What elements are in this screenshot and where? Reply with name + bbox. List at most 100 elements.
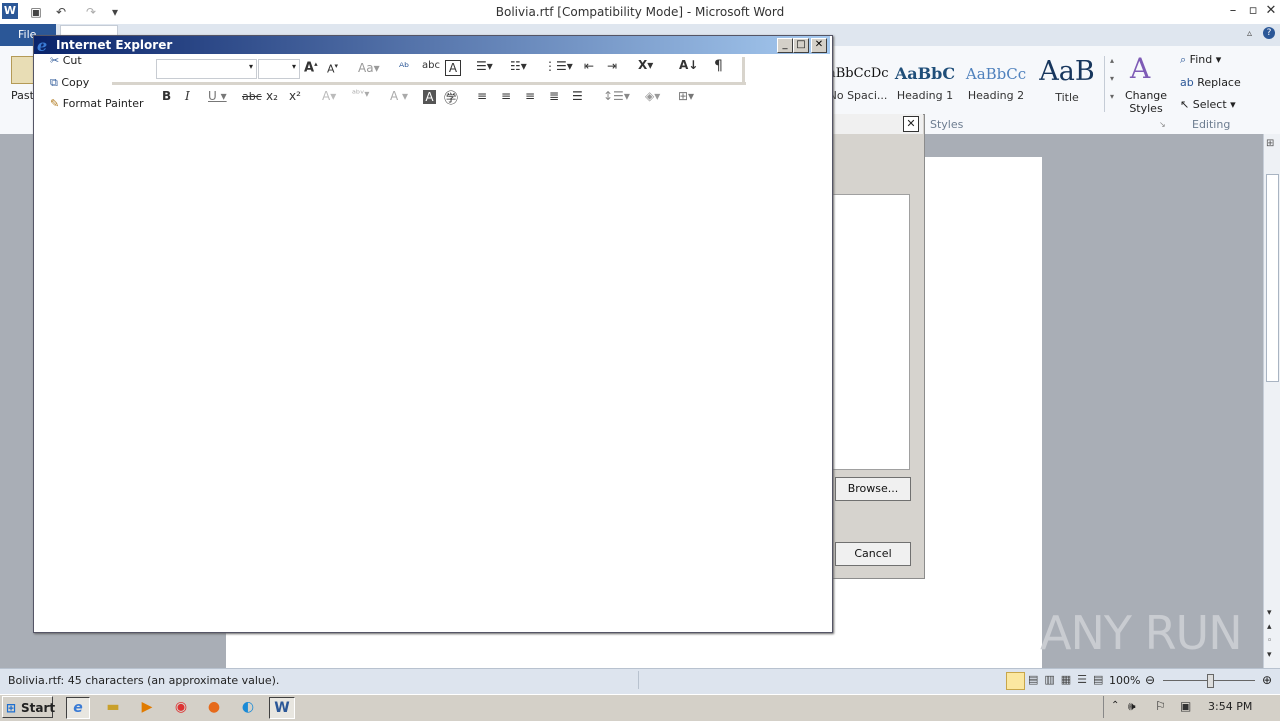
style-name: Heading 1 (896, 89, 954, 102)
ribbon-collapse-icon[interactable]: ▵ (1247, 28, 1252, 39)
scroll-thumb[interactable] (1266, 174, 1279, 382)
asian-layout-icon[interactable]: X▾ (638, 58, 653, 72)
replace-label: Replace (1197, 76, 1241, 89)
font-color-icon[interactable]: A ▾ (390, 89, 408, 103)
chevron-down-icon: ▾ (291, 62, 296, 71)
ie-window[interactable] (33, 35, 833, 633)
align-center-icon[interactable]: ≡ (501, 89, 511, 103)
change-styles-button[interactable]: Change Styles (1124, 89, 1168, 115)
cancel-button[interactable]: Cancel (835, 542, 911, 566)
dialog-list-box[interactable] (830, 194, 910, 470)
style-no-spacing[interactable]: aBbCcDc No Spaci... (828, 56, 889, 114)
action-center-flag-icon[interactable]: ⚐ (1155, 699, 1166, 713)
taskbar (0, 694, 1280, 721)
styles-gallery-scroll[interactable]: ▴ ▾ ▾ (1104, 56, 1119, 112)
zoom-in-icon[interactable]: ⊕ (1262, 673, 1272, 687)
pilcrow-icon[interactable]: ¶ (714, 58, 723, 74)
style-heading-1[interactable]: AaBbC Heading 1 (892, 56, 958, 114)
borders-icon[interactable]: ⊞▾ (678, 89, 694, 103)
multilevel-list-icon[interactable]: ⋮☰▾ (544, 59, 573, 73)
character-border-icon[interactable]: A (445, 60, 461, 76)
increase-indent-icon[interactable]: ⇥ (607, 59, 617, 73)
browse-button[interactable]: Browse... (835, 477, 911, 501)
taskbar-media-player-icon[interactable]: ▶ (136, 697, 158, 717)
copy-button[interactable]: ⧉ Copy (50, 76, 89, 90)
style-name: Heading 2 (967, 89, 1025, 102)
paste-icon[interactable] (11, 56, 35, 84)
clock[interactable]: 3:54 PM (1208, 700, 1252, 713)
view-buttons[interactable]: ▤▥▦☰▤ (1028, 673, 1109, 686)
superscript-icon[interactable]: x² (289, 89, 301, 103)
paste-label[interactable]: Past (11, 89, 34, 102)
ie-minimize-icon[interactable]: _ (777, 38, 793, 53)
taskbar-chrome-icon[interactable]: ◉ (170, 697, 192, 717)
spell-icon[interactable]: ᴬᵇ (399, 60, 409, 74)
italic-icon[interactable]: I (185, 89, 190, 103)
taskbar-word-icon[interactable]: W (269, 697, 295, 719)
shading-icon[interactable]: ◈▾ (645, 89, 660, 103)
font-name-combo[interactable]: ▾ (156, 59, 257, 79)
text-effects-icon[interactable]: A▾ (322, 89, 336, 103)
ie-maximize-icon[interactable]: □ (793, 38, 809, 53)
taskbar-explorer-icon[interactable]: ▬ (102, 697, 124, 717)
taskbar-firefox-icon[interactable]: ● (203, 697, 225, 717)
scroll-nav-icons[interactable]: ▾ ▴ ◦ ▾ (1267, 606, 1272, 662)
align-left-icon[interactable]: ≡ (477, 89, 487, 103)
line-spacing-icon[interactable]: ↕☰▾ (603, 89, 630, 103)
zoom-slider-thumb[interactable] (1207, 674, 1214, 688)
find-button[interactable]: ⌕ Find ▾ (1180, 51, 1221, 69)
justify-icon[interactable]: ≣ (549, 89, 559, 103)
bullets-icon[interactable]: ☰▾ (476, 59, 493, 73)
toolbar-edge (742, 57, 745, 84)
replace-button[interactable]: ab Replace (1180, 74, 1241, 92)
start-button[interactable]: ⊞ Start (2, 696, 55, 718)
grow-font-icon[interactable]: A▴ (304, 60, 318, 75)
help-icon[interactable]: ? (1263, 27, 1275, 39)
character-shading-icon[interactable]: A (423, 90, 436, 104)
format-painter-button[interactable]: ✎ Format Painter (50, 97, 144, 109)
ruler-toggle-icon[interactable]: ⊞ (1266, 138, 1274, 149)
close-icon[interactable]: ✕ (1260, 2, 1280, 20)
zoom-level[interactable]: 100% (1109, 674, 1140, 687)
style-title[interactable]: AaB Title (1034, 56, 1100, 114)
strikethrough-icon[interactable]: abc (242, 90, 262, 103)
dialog-launcher-icon[interactable]: ↘ (1159, 120, 1166, 129)
minimize-icon[interactable]: – (1222, 2, 1244, 20)
taskbar-edge-icon[interactable]: ◐ (237, 697, 259, 717)
numbering-icon[interactable]: ☷▾ (510, 59, 527, 73)
taskbar-ie-icon[interactable]: e (66, 697, 90, 719)
tray-divider (1103, 696, 1104, 718)
ie-close-icon[interactable]: ✕ (811, 38, 827, 53)
cut-button[interactable]: ✂ Cut (50, 54, 82, 67)
decrease-indent-icon[interactable]: ⇤ (584, 59, 594, 73)
zoom-out-icon[interactable]: ⊖ (1145, 673, 1155, 687)
change-styles-icon[interactable]: A (1130, 52, 1150, 85)
copy-icon: ⧉ (50, 76, 62, 89)
tray-expand-icon[interactable]: ⌃ (1111, 700, 1119, 711)
align-right-icon[interactable]: ≡ (525, 89, 535, 103)
highlight-icon[interactable]: ᵃᵇᵛ▾ (352, 89, 369, 100)
select-button[interactable]: ↖ Select ▾ (1180, 96, 1236, 114)
enclose-characters-icon[interactable]: ㊫ (444, 88, 458, 108)
bold-icon[interactable]: B (162, 89, 171, 103)
sort-icon[interactable]: A↓ (679, 58, 698, 72)
font-size-combo[interactable]: ▾ (258, 59, 300, 79)
network-icon[interactable]: ▣ (1180, 699, 1191, 713)
print-layout-icon[interactable] (1006, 672, 1025, 690)
style-preview: AaBbC (894, 64, 956, 83)
style-preview: aBbCcDc (828, 66, 889, 81)
editing-group-label: Editing (1192, 118, 1231, 131)
change-case-icon[interactable]: Aa▾ (358, 61, 380, 75)
style-preview: AaBbCc (965, 65, 1027, 83)
volume-icon[interactable]: 🕪 (1128, 699, 1136, 714)
shrink-font-icon[interactable]: A▾ (327, 62, 338, 76)
distributed-icon[interactable]: ☰ (572, 89, 583, 103)
status-divider (638, 671, 639, 689)
spelling-check-icon[interactable]: abc (422, 60, 440, 71)
ie-logo-icon: e (37, 36, 48, 55)
style-heading-2[interactable]: AaBbCc Heading 2 (962, 56, 1030, 114)
subscript-icon[interactable]: x₂ (266, 89, 278, 103)
style-name: No Spaci... (828, 89, 888, 102)
underline-icon[interactable]: U ▾ (208, 89, 227, 103)
dialog-close-icon[interactable]: ✕ (903, 116, 919, 132)
